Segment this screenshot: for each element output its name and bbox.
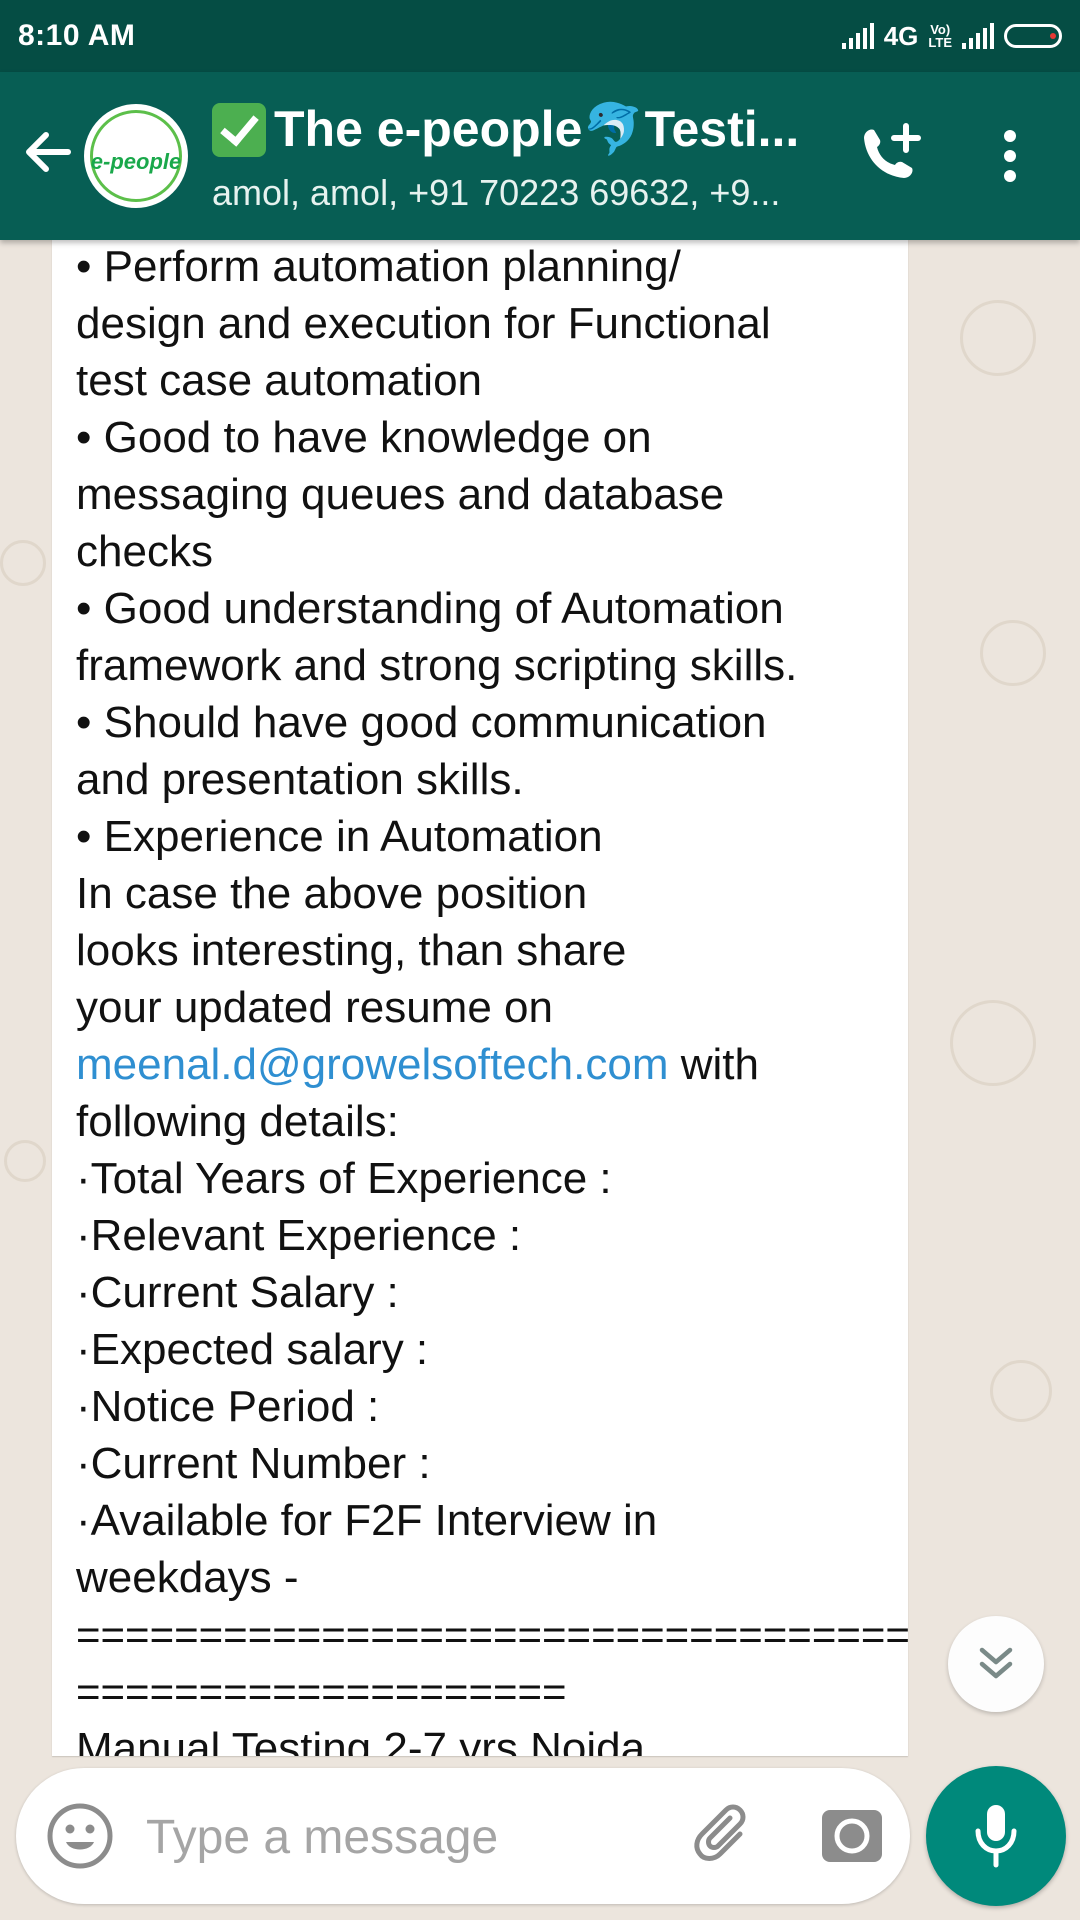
detail-bullet: · [76,1382,91,1431]
wallpaper-doodle [950,1000,1036,1086]
message-line: In case the above position [76,869,588,918]
chat-header: e-people The e-people🐬Testi... amol, amo… [0,72,1080,240]
battery-icon [1004,24,1062,48]
message-line: checks [76,527,213,576]
volte-icon: Vo) LTE [928,23,952,49]
voice-message-button[interactable] [926,1766,1066,1906]
more-vert-icon [1004,170,1016,182]
message-line: design and execution for Functional [76,299,771,348]
message-line: and presentation skills. [76,755,524,804]
wallpaper-doodle [4,1140,46,1182]
detail-item: ·Expected salary : [76,1321,884,1378]
message-line: following details: [76,1097,399,1146]
status-bar: 8:10 AM 4G Vo) LTE [0,0,1080,72]
detail-item: ·Available for F2F Interview in [76,1492,884,1549]
composer-bar [16,1768,910,1904]
detail-text: Expected salary : [90,1325,429,1374]
message-text: • Perform automation planning/ design an… [76,240,908,1756]
signal-icon-2 [962,23,994,49]
chat-participants[interactable]: amol, amol, +91 70223 69632, +9... [212,172,822,214]
separator-line: =================================== [76,1611,908,1658]
detail-item: ·Relevant Experience : [76,1207,884,1264]
message-line: test case automation [76,356,483,405]
email-line: meenal.d@growelsoftech.com with [76,1036,884,1093]
detail-text: Relevant Experience : [90,1211,522,1260]
message-line: framework and strong scripting skills. [76,641,798,690]
signal-icon [841,23,874,49]
network-type: 4G [883,20,919,51]
wallpaper-doodle [990,1360,1052,1422]
mic-icon [975,1805,1017,1868]
scroll-to-bottom-button[interactable] [948,1616,1044,1712]
message-line: • Perform automation planning/ [76,242,681,291]
chat-area[interactable]: • Perform automation planning/ design an… [0,240,1080,1760]
wallpaper-doodle [960,300,1036,376]
message-line: messaging queues and database [76,470,725,519]
status-time: 8:10 AM [18,19,136,52]
add-call-icon [864,123,921,178]
avatar-logo-text: e-people [90,149,182,174]
message-line: • Should have good communication [76,698,767,747]
detail-text: Notice Period : [90,1382,380,1431]
message-line: looks interesting, than share [76,926,627,975]
emoji-button[interactable] [44,1800,116,1872]
detail-bullet: · [76,1268,91,1317]
wallpaper-doodle [980,620,1046,686]
more-options-button[interactable] [990,122,1030,192]
separator-line: ==================== [76,1668,567,1715]
detail-bullet: · [76,1439,91,1488]
back-button[interactable] [18,122,78,182]
message-line: • Good to have knowledge on [76,413,652,462]
status-icons: 4G Vo) LTE [841,20,1062,52]
more-vert-icon [1004,130,1016,142]
detail-bullet: · [76,1496,91,1545]
detail-item: ·Current Number : [76,1435,884,1492]
detail-text: Current Number : [90,1439,431,1488]
detail-item: ·Total Years of Experience : [76,1150,884,1207]
message-line: Manual Testing 2-7 yrs Noida [76,1724,646,1756]
emoji-icon [47,1803,113,1869]
back-arrow-icon [26,132,71,172]
attach-icon [694,1804,746,1861]
email-link[interactable]: meenal.d@growelsoftech.com [76,1040,669,1089]
detail-bullet: · [76,1325,91,1374]
message-line: • Good understanding of Automation [76,584,784,633]
detail-bullet: · [76,1154,91,1203]
chat-title[interactable]: The e-people🐬Testi... [212,100,822,159]
detail-text: Available for F2F Interview in [90,1496,658,1545]
detail-bullet: · [76,1211,91,1260]
wallpaper-doodle [0,540,46,586]
double-chevron-down-icon [979,1647,1013,1679]
message-input[interactable] [144,1798,648,1876]
detail-text: Current Salary : [90,1268,399,1317]
detail-item: ·Notice Period : [76,1378,884,1435]
detail-text: Total Years of Experience : [90,1154,612,1203]
camera-icon [822,1810,882,1862]
detail-item: ·Current Salary : [76,1264,884,1321]
email-suffix: with [668,1040,759,1089]
chat-title-text: The e-people🐬Testi... [274,101,800,157]
message-line: weekdays - [76,1553,299,1602]
more-vert-icon [1004,150,1016,162]
add-call-button[interactable] [850,116,930,196]
group-avatar[interactable]: e-people [84,104,188,208]
message-line: your updated resume on [76,983,553,1032]
checkbox-icon [212,102,266,157]
camera-button[interactable] [820,1804,884,1868]
attach-button[interactable] [686,1798,762,1874]
volte-bottom: LTE [928,35,952,50]
message-line: • Experience in Automation [76,812,603,861]
message-bubble[interactable]: • Perform automation planning/ design an… [52,240,908,1756]
